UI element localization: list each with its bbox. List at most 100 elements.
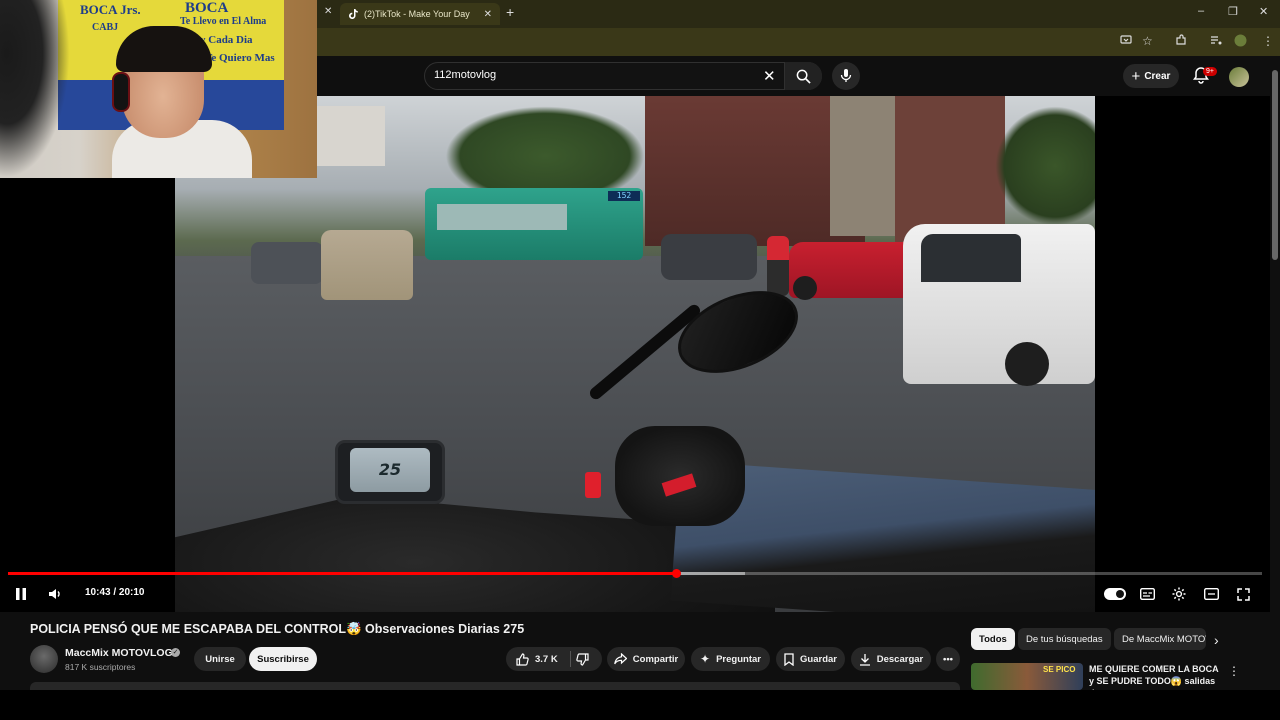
flag-text-4: y Cada Dia bbox=[200, 34, 253, 46]
tiktok-icon bbox=[348, 9, 358, 19]
volume-button[interactable] bbox=[46, 586, 64, 602]
search-button[interactable] bbox=[784, 62, 822, 90]
time-separator: / bbox=[110, 587, 119, 598]
chip-from-channel[interactable]: De MaccMix MOTOVLOG bbox=[1114, 628, 1206, 650]
bookmark-star-icon[interactable]: ☆ bbox=[1142, 34, 1153, 48]
download-label: Descargar bbox=[876, 653, 924, 665]
beige-car bbox=[321, 230, 413, 300]
download-button[interactable]: Descargar bbox=[851, 647, 931, 671]
bus-route-sign: 152 bbox=[608, 191, 640, 201]
grey-car bbox=[251, 242, 323, 284]
webcam-overlay: BOCA Jrs. BOCA Te Llevo en El Alma y Cad… bbox=[0, 0, 317, 178]
like-divider bbox=[570, 651, 571, 667]
bookmark-icon bbox=[784, 652, 794, 666]
speedometer: 25 bbox=[350, 448, 430, 492]
chip-from-searches[interactable]: De tus búsquedas bbox=[1018, 628, 1111, 650]
search-icon bbox=[796, 69, 811, 84]
time-display: 10:43 / 20:10 bbox=[85, 587, 145, 598]
recommended-menu-icon[interactable]: ⋮ bbox=[1228, 664, 1240, 678]
building-left bbox=[315, 106, 385, 166]
progress-played bbox=[8, 572, 677, 575]
share-label: Compartir bbox=[632, 653, 679, 665]
van-wheel bbox=[1005, 342, 1049, 386]
close-tab-icon[interactable]: ✕ bbox=[484, 9, 492, 20]
media-control-icon[interactable] bbox=[1210, 34, 1222, 46]
subscribe-button[interactable]: Suscribirse bbox=[249, 647, 317, 671]
theater-mode-button[interactable] bbox=[1203, 586, 1219, 602]
subscriber-count: 817 K suscriptores bbox=[65, 662, 136, 672]
cast-icon[interactable] bbox=[1120, 34, 1132, 46]
save-button[interactable]: Guardar bbox=[776, 647, 845, 671]
flag-text-5: Te Quiero Mas bbox=[205, 52, 275, 64]
time-total: 20:10 bbox=[118, 587, 145, 598]
download-icon bbox=[859, 653, 871, 666]
van-windshield bbox=[921, 234, 1021, 282]
save-label: Guardar bbox=[800, 653, 837, 665]
extensions-icon[interactable] bbox=[1175, 34, 1187, 46]
close-previous-tab-icon[interactable]: ✕ bbox=[324, 6, 332, 17]
create-button[interactable]: + Crear bbox=[1123, 64, 1179, 88]
share-button[interactable]: Compartir bbox=[607, 647, 685, 671]
ask-button[interactable]: ✦ Preguntar bbox=[691, 647, 770, 671]
subtitles-button[interactable] bbox=[1139, 586, 1155, 602]
dislike-button[interactable] bbox=[574, 651, 590, 667]
theater-icon bbox=[1203, 588, 1219, 600]
flag-text-1: BOCA Jrs. bbox=[80, 2, 141, 17]
like-count[interactable]: 3.7 K bbox=[535, 654, 558, 665]
dark-car bbox=[661, 234, 757, 280]
boca-crest: CABJ bbox=[92, 22, 119, 33]
tab-title: (2)TikTok - Make Your Day bbox=[364, 9, 470, 19]
profile-avatar-icon[interactable] bbox=[1234, 34, 1247, 47]
chevron-right-icon[interactable]: › bbox=[1214, 632, 1219, 648]
pause-button[interactable] bbox=[14, 586, 28, 602]
fullscreen-icon bbox=[1236, 587, 1250, 601]
more-actions-button[interactable]: ••• bbox=[936, 647, 960, 671]
share-icon bbox=[614, 653, 627, 665]
description-box[interactable] bbox=[30, 682, 960, 690]
voice-search-button[interactable] bbox=[832, 62, 860, 90]
browser-menu-icon[interactable]: ⋮ bbox=[1262, 34, 1274, 48]
close-window-button[interactable]: ✕ bbox=[1259, 5, 1268, 18]
restore-button[interactable]: ❐ bbox=[1228, 5, 1238, 18]
verified-check-icon: ✓ bbox=[171, 648, 180, 657]
more-horizontal-icon: ••• bbox=[943, 653, 953, 665]
pause-icon bbox=[16, 588, 26, 600]
bus-windows bbox=[437, 204, 567, 230]
microphone-icon bbox=[840, 69, 852, 82]
video-title: POLICIA PENSÓ QUE ME ESCAPABA DEL CONTRO… bbox=[30, 622, 525, 636]
thumbnail-text: SE PICO bbox=[1043, 665, 1076, 674]
headphones bbox=[112, 72, 130, 112]
person-shoulder bbox=[0, 0, 70, 178]
volume-icon bbox=[49, 589, 60, 599]
flag-text-3: Te Llevo en El Alma bbox=[180, 16, 267, 27]
chip-all[interactable]: Todos bbox=[971, 628, 1015, 650]
cyclist bbox=[767, 236, 789, 296]
notification-badge: 9+ bbox=[1203, 67, 1217, 76]
scrollbar-thumb[interactable] bbox=[1272, 70, 1278, 260]
time-current: 10:43 bbox=[85, 587, 111, 598]
thumbs-down-icon bbox=[575, 652, 589, 666]
search-input[interactable]: 112motovlog bbox=[434, 69, 496, 81]
join-button[interactable]: Unirse bbox=[194, 647, 246, 671]
autoplay-toggle[interactable] bbox=[1104, 588, 1126, 600]
tree-right bbox=[995, 106, 1095, 226]
minimize-button[interactable]: – bbox=[1198, 5, 1204, 17]
recommended-thumbnail[interactable]: SE PICO bbox=[971, 663, 1083, 690]
channel-avatar[interactable] bbox=[30, 645, 58, 673]
create-label: Crear bbox=[1144, 70, 1171, 82]
fullscreen-button[interactable] bbox=[1235, 586, 1251, 602]
kill-switch bbox=[585, 472, 601, 498]
settings-button[interactable] bbox=[1171, 586, 1187, 602]
ask-label: Preguntar bbox=[716, 653, 761, 665]
account-avatar[interactable] bbox=[1229, 67, 1249, 87]
subtitles-icon bbox=[1139, 588, 1155, 600]
clear-search-icon[interactable]: ✕ bbox=[763, 67, 776, 85]
browser-tab[interactable]: (2)TikTok - Make Your Day ✕ bbox=[340, 3, 500, 25]
bottom-strip bbox=[0, 690, 1280, 720]
flag-text-2: BOCA bbox=[185, 0, 229, 16]
thumbs-up-icon[interactable] bbox=[516, 652, 529, 666]
new-tab-button[interactable]: + bbox=[506, 4, 514, 20]
channel-name[interactable]: MaccMix MOTOVLOG bbox=[65, 647, 173, 659]
plus-icon: + bbox=[1131, 67, 1141, 85]
car-wheel bbox=[793, 276, 817, 300]
